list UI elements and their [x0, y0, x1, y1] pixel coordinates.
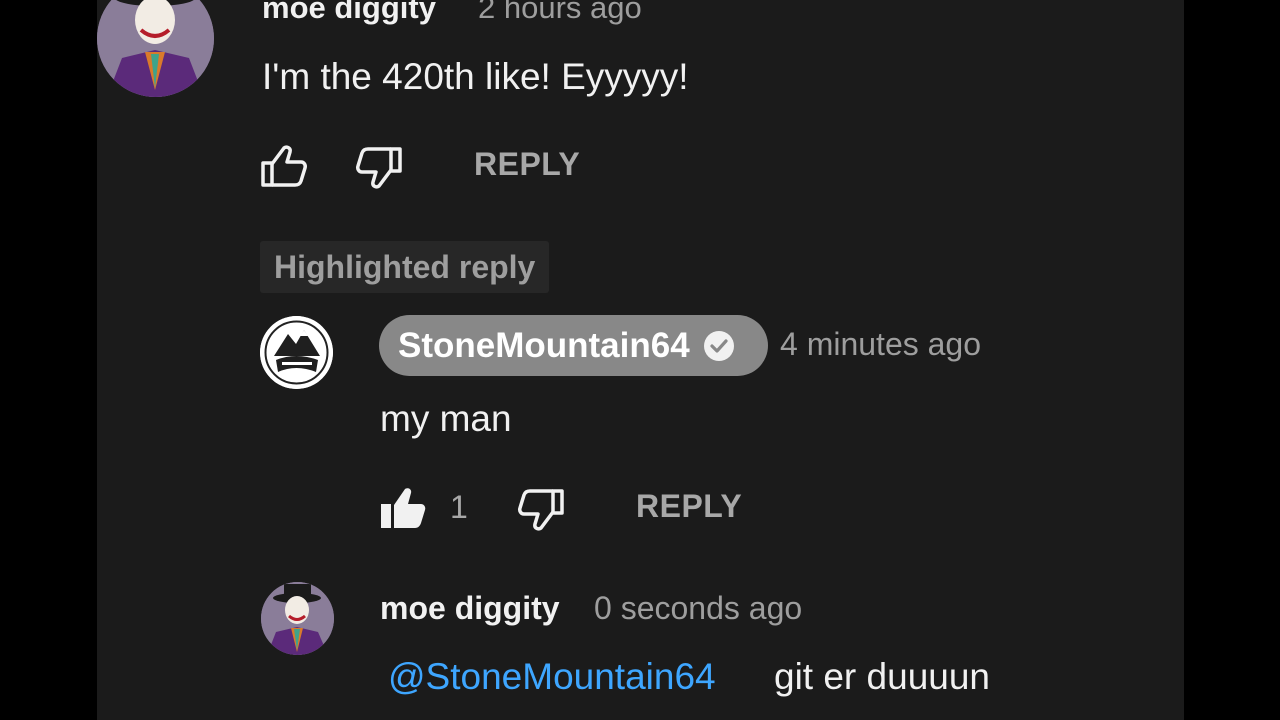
- highlighted-reply-badge: Highlighted reply: [260, 241, 550, 293]
- user-reply-text: git er duuuun: [774, 656, 991, 697]
- avatar-moe-diggity[interactable]: [261, 582, 334, 655]
- creator-reply-time[interactable]: 4 minutes ago: [780, 326, 981, 363]
- thumbs-down-outline-icon[interactable]: [355, 146, 403, 190]
- like-count: 1: [450, 489, 468, 525]
- comment-text: I'm the 420th like! Eyyyyy!: [262, 56, 689, 97]
- thumbs-down-outline-icon[interactable]: [517, 488, 565, 532]
- avatar-moe-diggity[interactable]: [97, 0, 214, 97]
- user-reply-time[interactable]: 0 seconds ago: [594, 590, 802, 627]
- joker-avatar-image: [261, 582, 334, 655]
- comment-author[interactable]: moe diggity: [262, 0, 436, 26]
- comments-panel: moe diggity 2 hours ago I'm the 420th li…: [97, 0, 1184, 720]
- creator-name-badge[interactable]: StoneMountain64: [379, 315, 768, 376]
- joker-avatar-image: [97, 0, 214, 97]
- thumbs-up-filled-icon[interactable]: [379, 486, 427, 530]
- mention-link[interactable]: @StoneMountain64: [388, 656, 716, 698]
- reply-button[interactable]: REPLY: [636, 488, 742, 525]
- verified-check-icon: [703, 330, 734, 361]
- comment-time[interactable]: 2 hours ago: [478, 0, 642, 26]
- reply-button[interactable]: REPLY: [474, 146, 580, 183]
- creator-reply-text: my man: [380, 398, 512, 439]
- stonemountain-logo-image: [260, 316, 333, 389]
- creator-reply-author[interactable]: StoneMountain64: [398, 326, 690, 366]
- avatar-stonemountain64[interactable]: [260, 316, 333, 389]
- user-reply-author[interactable]: moe diggity: [380, 590, 560, 627]
- thumbs-up-outline-icon[interactable]: [260, 144, 308, 188]
